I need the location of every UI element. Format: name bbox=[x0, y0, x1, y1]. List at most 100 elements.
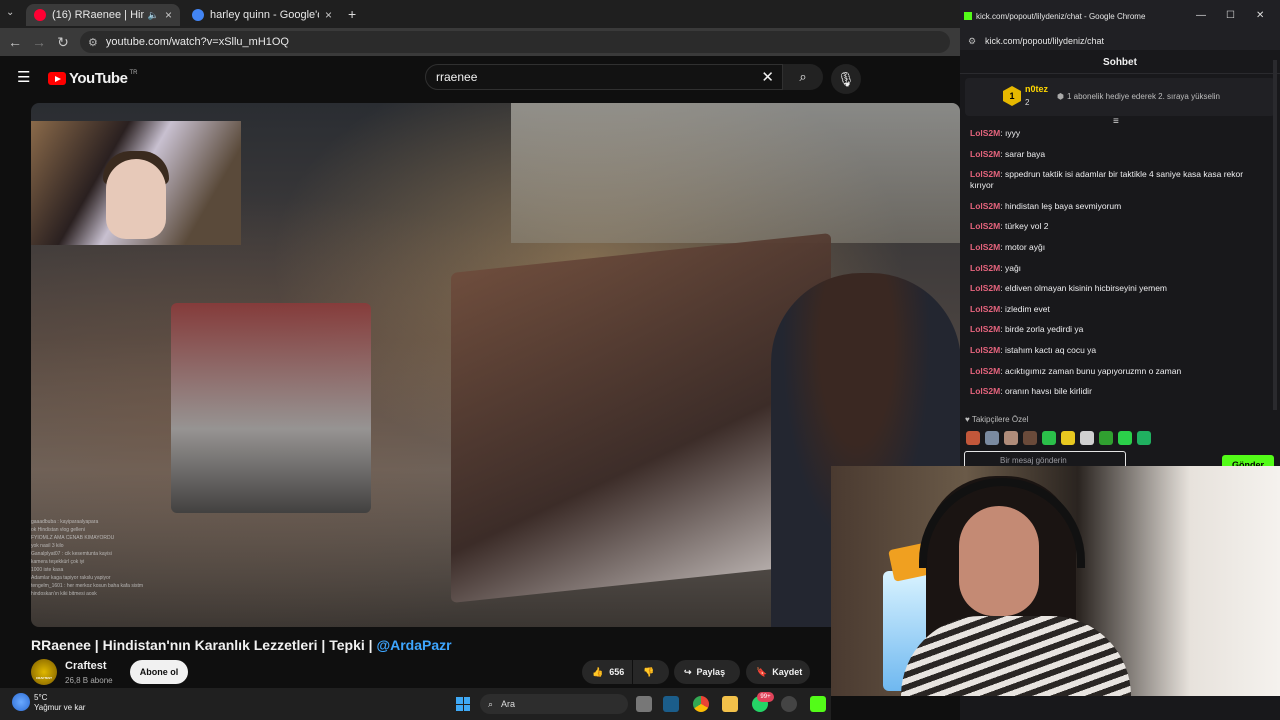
channel-avatar[interactable]: CRAFTEST bbox=[31, 659, 57, 685]
clear-search-icon[interactable]: ✕ bbox=[761, 68, 774, 86]
kick-url-bar[interactable]: ⚙ kick.com/popout/lilydeniz/chat bbox=[960, 32, 1280, 50]
chat-text: sarar baya bbox=[1004, 148, 1046, 159]
pin-expand-icon[interactable]: ≡ bbox=[1113, 116, 1119, 127]
emote-icon[interactable] bbox=[1004, 431, 1018, 445]
overlay-chat-line: Adamlar kaga tapiyor rakslu yapiyor bbox=[31, 575, 111, 581]
chat-text: yağı bbox=[1004, 262, 1022, 273]
app-icon[interactable] bbox=[781, 696, 797, 712]
chat-message[interactable]: LolS2M: birde zorla yedirdi ya bbox=[970, 324, 1260, 335]
chat-message[interactable]: LolS2M: sppedrun taktik isi adamlar bir … bbox=[970, 169, 1260, 191]
close-tab-icon[interactable]: × bbox=[325, 8, 332, 22]
emote-icon[interactable] bbox=[966, 431, 980, 445]
chat-message[interactable]: LolS2M: motor ayğı bbox=[970, 242, 1260, 253]
chat-message[interactable]: LolS2M: acıktıgımız zaman bunu yapıyoruz… bbox=[970, 366, 1260, 377]
chat-username[interactable]: LolS2M bbox=[970, 263, 1000, 273]
overlay-chat-line: FYIOMLZ AMA CENAB KIMAYORDU bbox=[31, 535, 115, 541]
back-arrow-icon[interactable]: ← bbox=[3, 34, 27, 50]
weather-widget[interactable]: 5°C Yağmur ve kar bbox=[12, 693, 85, 713]
chat-username[interactable]: LolS2M bbox=[970, 128, 1000, 138]
save-button[interactable]: 🔖 Kaydet bbox=[746, 660, 810, 684]
pinned-gift-leaderboard[interactable]: 1 n0tez 2 ⬢ 1 abonelik hediye ederek 2. s… bbox=[965, 78, 1275, 116]
emote-icon[interactable] bbox=[1042, 431, 1056, 445]
chat-username[interactable]: LolS2M bbox=[970, 386, 1000, 396]
chat-message[interactable]: LolS2M: istahım kactı aq cocu ya bbox=[970, 345, 1260, 356]
chat-message-list: LolS2M: ıyyy LolS2M: sarar baya LolS2M: … bbox=[970, 128, 1260, 407]
rank-badge: 1 bbox=[1003, 86, 1021, 106]
emote-icon[interactable] bbox=[1023, 431, 1037, 445]
site-settings-icon[interactable]: ⚙ bbox=[968, 36, 976, 47]
reload-icon[interactable]: ↻ bbox=[51, 34, 75, 51]
chat-message[interactable]: LolS2M: eldiven olmayan kisinin hicbirse… bbox=[970, 283, 1260, 294]
like-button[interactable]: 👍 656 bbox=[582, 660, 632, 684]
subscribe-button[interactable]: Abone ol bbox=[130, 660, 188, 684]
overlay-chat-line: kamera teşekkürl çok iyi bbox=[31, 559, 85, 565]
chat-scrollbar[interactable] bbox=[1273, 60, 1277, 410]
chat-username[interactable]: LolS2M bbox=[970, 169, 1000, 179]
logo-text: YouTube bbox=[69, 70, 128, 87]
chat-text: acıktıgımız zaman bunu yapıyoruzmn o zam… bbox=[1004, 365, 1182, 376]
tab-youtube[interactable]: (16) RRaenee | Hindistan'nın 🔈 × bbox=[26, 4, 180, 26]
chat-username[interactable]: LolS2M bbox=[970, 304, 1000, 314]
close-tab-icon[interactable]: × bbox=[165, 8, 172, 22]
address-bar[interactable]: ⚙ youtube.com/watch?v=xSllu_mH1OQ bbox=[80, 31, 950, 53]
chat-username[interactable]: LolS2M bbox=[970, 324, 1000, 334]
chat-message[interactable]: LolS2M: ıyyy bbox=[970, 128, 1260, 139]
speaker-icon[interactable]: 🔈 bbox=[148, 10, 159, 21]
taskbar-search[interactable]: ⌕ Ara bbox=[480, 694, 628, 714]
streamer-webcam-overlay bbox=[831, 466, 1280, 696]
chat-text: oranın havsı bile kirlidir bbox=[1004, 386, 1092, 397]
youtube-logo[interactable]: YouTube TR bbox=[48, 70, 137, 87]
minimize-icon[interactable]: — bbox=[1196, 10, 1206, 21]
chat-message[interactable]: LolS2M: türkey vol 2 bbox=[970, 221, 1260, 232]
share-button[interactable]: ↪ Paylaş bbox=[674, 660, 740, 684]
maximize-icon[interactable]: ☐ bbox=[1226, 10, 1235, 21]
chat-message[interactable]: LolS2M: yağı bbox=[970, 263, 1260, 274]
video-player[interactable]: gaaadbuba : kayiparaalyapara ok Hindista… bbox=[31, 103, 960, 627]
emote-icon[interactable] bbox=[985, 431, 999, 445]
emote-icon[interactable] bbox=[1099, 431, 1113, 445]
chat-username[interactable]: LolS2M bbox=[970, 221, 1000, 231]
site-info-icon[interactable]: ⚙ bbox=[88, 36, 98, 49]
windows-start-icon[interactable] bbox=[456, 697, 470, 711]
youtube-page: ☰ YouTube TR rraenee ✕ ⌕ 🎙 gaaadbuba : k… bbox=[0, 56, 960, 720]
chat-username[interactable]: LolS2M bbox=[970, 283, 1000, 293]
chat-username[interactable]: LolS2M bbox=[970, 345, 1000, 355]
chat-message[interactable]: LolS2M: sarar baya bbox=[970, 149, 1260, 160]
pinned-text: ⬢ 1 abonelik hediye ederek 2. sıraya yüks… bbox=[1057, 92, 1220, 101]
emote-icon[interactable] bbox=[1061, 431, 1075, 445]
chat-message[interactable]: LolS2M: izledim evet bbox=[970, 304, 1260, 315]
forward-arrow-icon[interactable]: → bbox=[27, 34, 51, 50]
file-explorer-icon[interactable] bbox=[722, 696, 738, 712]
mention-link[interactable]: @ArdaPazr bbox=[376, 637, 451, 653]
task-view-icon[interactable] bbox=[636, 696, 652, 712]
emote-icon[interactable] bbox=[1080, 431, 1094, 445]
search-icon: ⌕ bbox=[488, 698, 494, 709]
new-tab-button[interactable]: + bbox=[348, 6, 356, 22]
menu-icon[interactable]: ☰ bbox=[17, 68, 30, 86]
tab-list-chevron-icon[interactable]: ⌄ bbox=[6, 7, 14, 18]
close-window-icon[interactable]: ✕ bbox=[1256, 10, 1264, 21]
search-button[interactable]: ⌕ bbox=[783, 64, 823, 90]
dislike-button[interactable]: 👎 bbox=[633, 660, 669, 684]
emote-icon[interactable] bbox=[1137, 431, 1151, 445]
chrome-icon[interactable] bbox=[693, 696, 709, 712]
chat-username[interactable]: LolS2M bbox=[970, 242, 1000, 252]
kick-app-icon[interactable] bbox=[810, 696, 826, 712]
chat-message[interactable]: LolS2M: hindistan leş baya sevmiyorum bbox=[970, 201, 1260, 212]
voice-search-button[interactable]: 🎙 bbox=[831, 64, 861, 94]
search-input[interactable]: rraenee ✕ bbox=[425, 64, 783, 90]
chat-username[interactable]: LolS2M bbox=[970, 149, 1000, 159]
webcam-face bbox=[106, 159, 166, 239]
steam-icon[interactable] bbox=[663, 696, 679, 712]
channel-name[interactable]: Craftest bbox=[65, 660, 107, 672]
chat-username[interactable]: LolS2M bbox=[970, 366, 1000, 376]
followers-only-label: ♥ Takipçilere Özel bbox=[965, 415, 1028, 424]
tab-google[interactable]: harley quinn - Google'da Ara × bbox=[184, 4, 340, 26]
chat-message[interactable]: LolS2M: oranın havsı bile kirlidir bbox=[970, 386, 1260, 397]
like-count: 656 bbox=[609, 667, 625, 677]
overlay-chat-line: 1000 iste kasa bbox=[31, 567, 64, 573]
chat-username[interactable]: LolS2M bbox=[970, 201, 1000, 211]
video-title-text: RRaenee | Hindistan'nın Karanlık Lezzetl… bbox=[31, 637, 377, 653]
emote-icon[interactable] bbox=[1118, 431, 1132, 445]
share-label: Paylaş bbox=[696, 667, 726, 677]
